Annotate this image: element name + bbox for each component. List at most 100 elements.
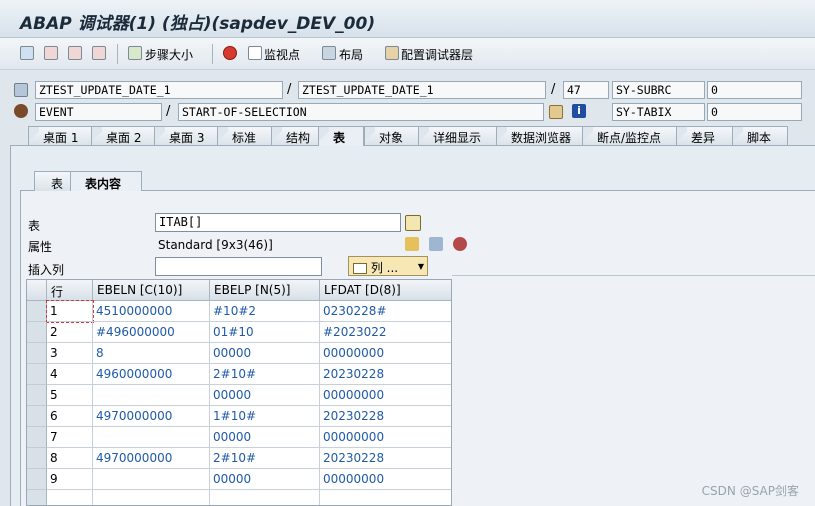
main-program-field[interactable]: ZTEST_UPDATE_DATE_1 [35,81,283,99]
sy-tabix-value[interactable]: 0 [707,103,802,121]
tab-standard[interactable]: 标准 [217,126,273,145]
cell-ebelp[interactable]: 00000 [210,385,320,406]
info-icon[interactable]: i [572,104,586,118]
cell-row-number[interactable]: 8 [47,448,93,469]
cell-ebeln[interactable]: 4510000000 [93,301,210,322]
row-selector[interactable] [27,385,47,406]
cell-lfdat[interactable]: 00000000 [320,343,451,364]
cell-ebeln[interactable] [93,490,210,505]
column-header-ebeln[interactable]: EBELN [C(10)] [93,280,210,301]
cell-ebeln[interactable]: 4970000000 [93,406,210,427]
cell-lfdat[interactable]: #2023022 [320,322,451,343]
row-selector[interactable] [27,364,47,385]
tab-desktop-1[interactable]: 桌面 1 [28,126,93,145]
row-selector[interactable] [27,322,47,343]
line-number-field[interactable]: 47 [563,81,609,99]
row-selector[interactable] [27,343,47,364]
key-icon[interactable] [405,237,419,251]
cell-lfdat[interactable]: 00000000 [320,469,451,490]
cell-row-number[interactable]: 5 [47,385,93,406]
sy-subrc-value[interactable]: 0 [707,81,802,99]
cell-ebelp[interactable]: 2#10# [210,448,320,469]
cell-lfdat[interactable]: 20230228 [320,406,451,427]
cell-ebeln[interactable]: 4960000000 [93,364,210,385]
tab-diff[interactable]: 差异 [676,126,734,145]
layout-icon[interactable] [322,46,336,60]
watchpoint-button[interactable]: 监视点 [264,46,300,63]
table-view-icon[interactable] [405,215,421,231]
delete-icon[interactable] [453,237,467,251]
cell-ebelp[interactable] [210,490,320,505]
tab-notch [365,127,375,145]
cell-ebelp[interactable]: 2#10# [210,364,320,385]
cell-row-number[interactable]: 2 [47,322,93,343]
cell-lfdat[interactable]: 20230228 [320,448,451,469]
cell-ebeln[interactable]: 4970000000 [93,448,210,469]
cell-ebelp[interactable]: 00000 [210,469,320,490]
structure-icon[interactable] [549,105,563,119]
single-step-icon[interactable] [20,46,34,60]
columns-button[interactable]: 列 ... ▼ [348,256,428,276]
include-program-field[interactable]: ZTEST_UPDATE_DATE_1 [298,81,546,99]
layout-button[interactable]: 布局 [339,46,363,63]
continue-icon[interactable] [92,46,106,60]
table-name-input[interactable]: ITAB[] [155,213,401,232]
cell-row-number[interactable]: 9 [47,469,93,490]
cell-row-number[interactable]: 7 [47,427,93,448]
cell-ebelp[interactable]: 1#10# [210,406,320,427]
tab-label: 数据浏览器 [511,131,572,145]
row-selector[interactable] [27,301,47,322]
return-icon[interactable] [68,46,82,60]
cell-ebeln[interactable] [93,427,210,448]
tab-objects[interactable]: 对象 [364,126,420,145]
tab-script[interactable]: 脚本 [732,126,788,145]
tab-desktop-2[interactable]: 桌面 2 [91,126,156,145]
column-header-lfdat[interactable]: LFDAT [D(8)] [320,280,451,301]
cell-lfdat[interactable] [320,490,451,505]
tab-table[interactable]: 表 [318,126,364,146]
navigate-icon[interactable] [429,237,443,251]
configure-layers-button[interactable]: 配置调试器层 [401,46,473,63]
event-name-field[interactable]: START-OF-SELECTION [178,103,544,121]
event-type-field[interactable]: EVENT [35,103,162,121]
row-selector[interactable] [27,406,47,427]
cell-ebeln[interactable] [93,385,210,406]
column-header-row[interactable]: 行 [47,280,93,301]
cell-ebeln[interactable]: #496000000 [93,322,210,343]
tab-breakpoints[interactable]: 断点/监控点 [582,126,678,145]
execute-icon[interactable] [44,46,58,60]
step-size-icon[interactable] [128,46,142,60]
row-selector[interactable] [27,448,47,469]
cell-ebeln[interactable] [93,469,210,490]
step-size-button[interactable]: 步骤大小 [145,46,193,63]
cell-ebeln[interactable]: 8 [93,343,210,364]
cell-ebelp[interactable]: #10#2 [210,301,320,322]
subtab-table[interactable]: 表 [34,171,72,191]
cell-lfdat[interactable]: 00000000 [320,427,451,448]
configure-icon[interactable] [385,46,399,60]
row-selector[interactable] [27,469,47,490]
cell-ebelp[interactable]: 01#10 [210,322,320,343]
row-selector-header[interactable] [27,280,47,301]
column-header-ebelp[interactable]: EBELP [N(5)] [210,280,320,301]
watchpoint-icon[interactable] [248,46,262,60]
cell-row-number[interactable]: 3 [47,343,93,364]
insert-column-input[interactable] [155,257,322,276]
cell-row-number[interactable]: 6 [47,406,93,427]
tab-data-browser[interactable]: 数据浏览器 [496,126,584,145]
row-selector[interactable] [27,427,47,448]
cell-lfdat[interactable]: 00000000 [320,385,451,406]
cell-lfdat[interactable]: 0230228# [320,301,451,322]
row-selector[interactable] [27,490,47,505]
cell-row-number[interactable]: 4 [47,364,93,385]
watermark: CSDN @SAP剑客 [701,484,799,498]
cell-ebelp[interactable]: 00000 [210,427,320,448]
tab-desktop-3[interactable]: 桌面 3 [154,126,219,145]
cell-ebelp[interactable]: 00000 [210,343,320,364]
stop-icon[interactable] [223,46,237,60]
cell-lfdat[interactable]: 20230228 [320,364,451,385]
subtab-table-contents[interactable]: 表内容 [70,171,142,191]
tab-detail[interactable]: 详细显示 [418,126,498,145]
cell-row-number[interactable] [47,490,93,505]
cell-row-number[interactable]: 1 [46,300,94,323]
